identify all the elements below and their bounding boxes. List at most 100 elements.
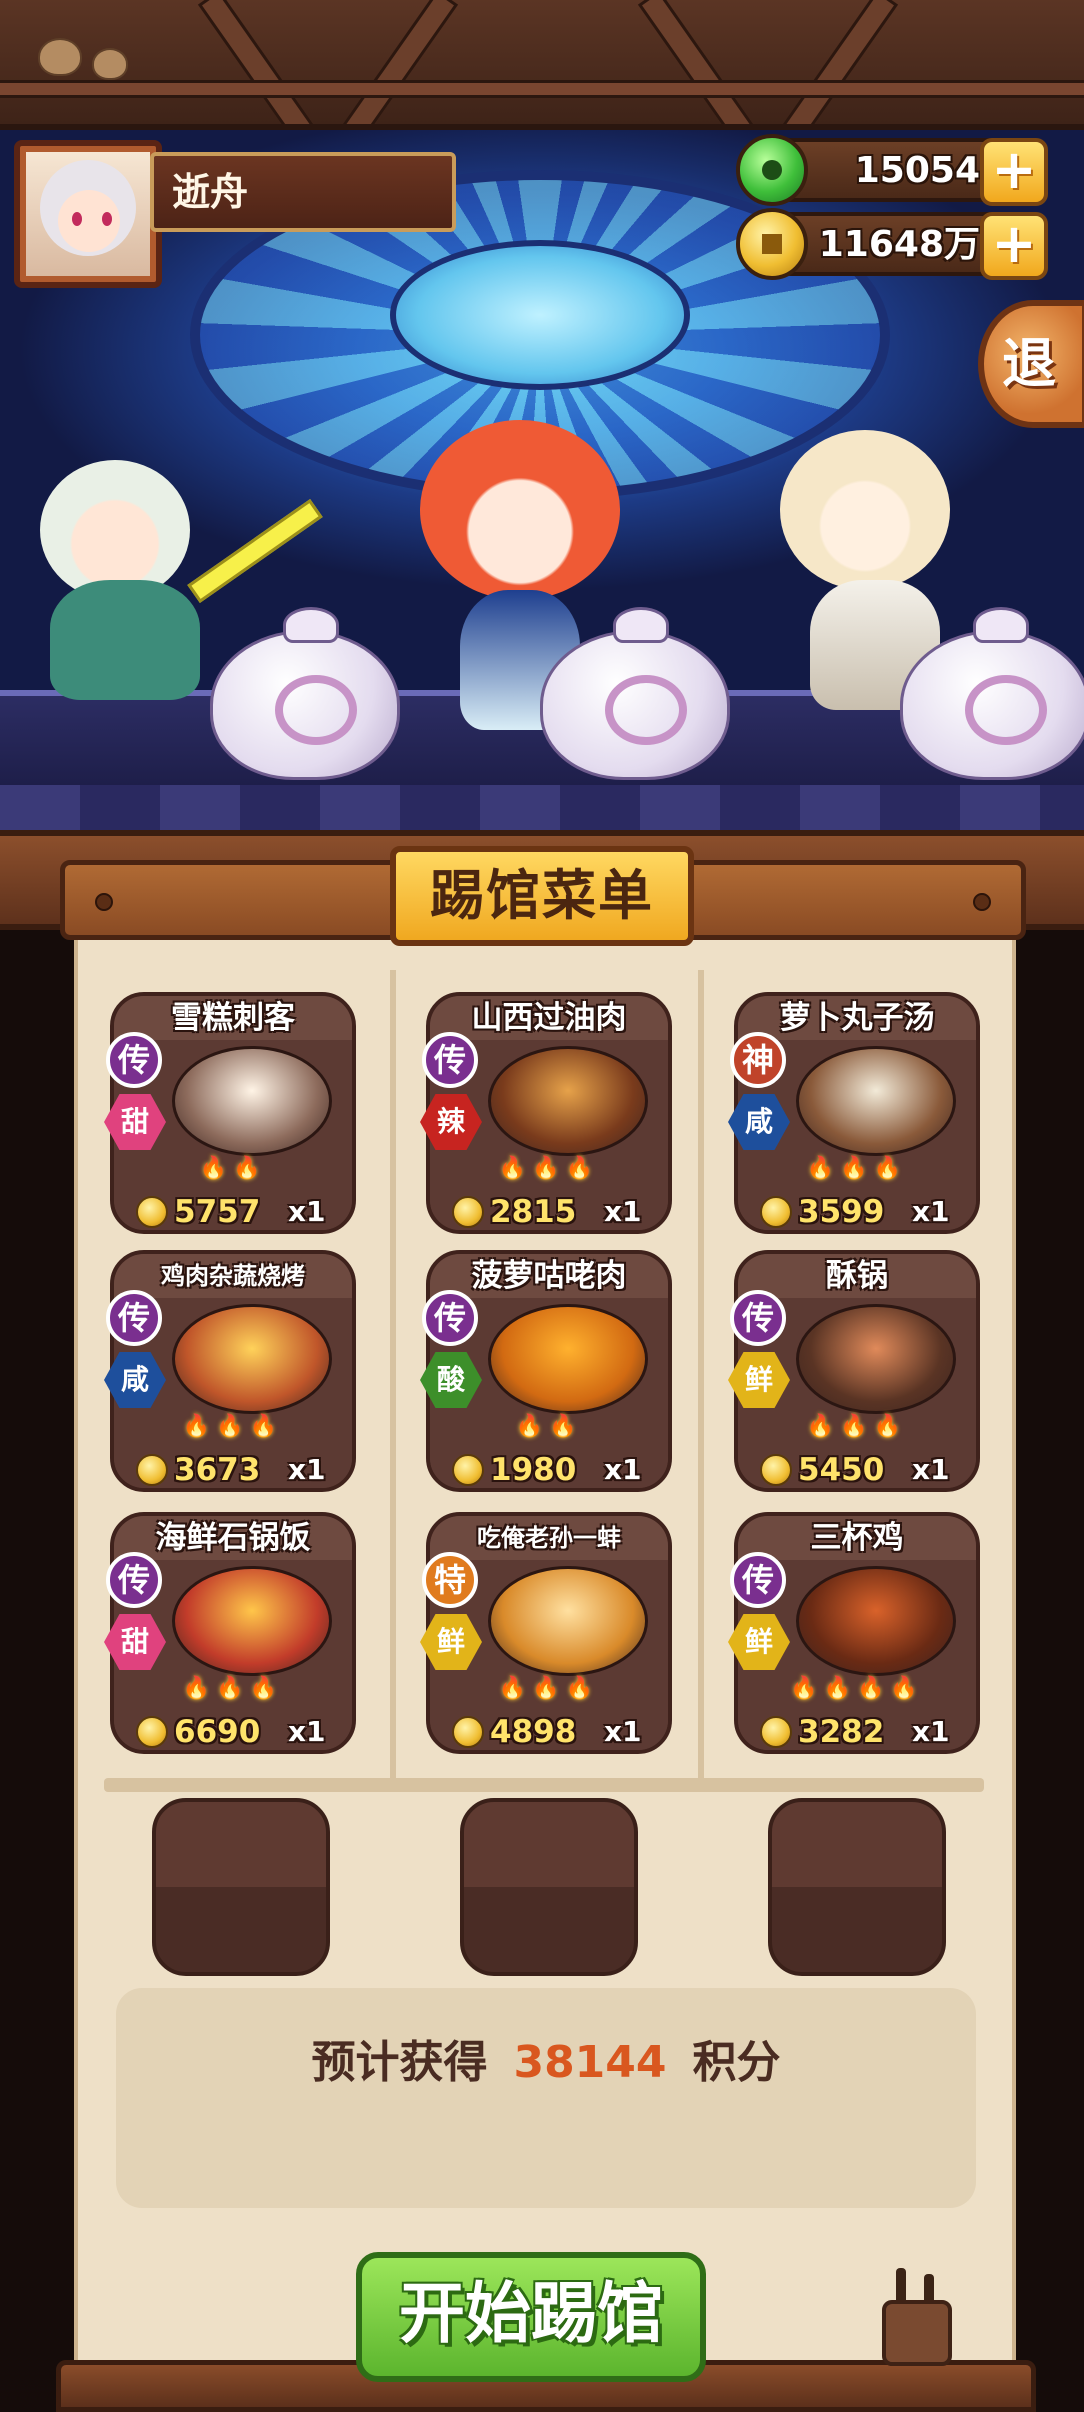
gold-amount: 11648万 (818, 224, 980, 265)
dish-name: 吃俺老孙一蚌 (477, 1524, 621, 1552)
flame-rating-icon: 🔥🔥🔥🔥 (790, 1676, 924, 1701)
dish-quantity: x1 (604, 1453, 642, 1486)
flame-rating-icon: 🔥🔥🔥 (806, 1156, 908, 1181)
teapot-decoration (900, 607, 1084, 780)
dish-image (172, 1304, 332, 1414)
dish-name: 雪糕刺客 (171, 1000, 295, 1036)
start-challenge-button[interactable]: 开始踢馆 (356, 2252, 706, 2382)
coin-icon (760, 1716, 792, 1748)
dish-quantity: x1 (912, 1195, 950, 1228)
dish-card[interactable]: 酥锅 传 鲜 🔥🔥🔥 5450 x1 (728, 1250, 980, 1492)
dish-name: 菠萝咕咾肉 (471, 1258, 627, 1294)
dish-price: 6690 (174, 1714, 261, 1750)
coin-icon (136, 1716, 168, 1748)
empty-dish-slot[interactable] (460, 1798, 638, 1976)
dish-quantity: x1 (912, 1453, 950, 1486)
dish-card[interactable]: 海鲜石锅饭 传 甜 🔥🔥🔥 6690 x1 (104, 1512, 356, 1754)
coin-icon (452, 1454, 484, 1486)
dish-name: 酥锅 (826, 1258, 888, 1294)
brush-holder-decoration (882, 2300, 952, 2366)
rank-badge: 传 (422, 1290, 478, 1346)
dish-name: 山西过油肉 (471, 1000, 627, 1036)
flame-rating-icon: 🔥🔥 (515, 1414, 583, 1439)
estimate-points: 38144 (513, 2037, 667, 2088)
dish-price: 3599 (798, 1194, 885, 1230)
dish-price: 5757 (174, 1194, 261, 1230)
dish-price: 3282 (798, 1714, 885, 1750)
coin-icon (760, 1196, 792, 1228)
estimate-text: 预计获得 38144 积分 (116, 1988, 976, 2138)
flame-rating-icon: 🔥🔥🔥 (182, 1414, 284, 1439)
gold-coin-icon (736, 208, 808, 280)
flame-rating-icon: 🔥🔥🔥 (182, 1676, 284, 1701)
empty-dish-slot[interactable] (768, 1798, 946, 1976)
dish-quantity: x1 (288, 1453, 326, 1486)
dish-image (796, 1304, 956, 1414)
flame-rating-icon: 🔥🔥🔥 (806, 1414, 908, 1439)
dish-name: 萝卜丸子汤 (779, 1000, 935, 1036)
coin-icon (136, 1454, 168, 1486)
jade-coin-icon (736, 134, 808, 206)
rank-badge: 特 (422, 1552, 478, 1608)
dish-price: 2815 (490, 1194, 577, 1230)
dish-image (488, 1304, 648, 1414)
teapot-decoration (210, 607, 400, 780)
column-divider (390, 970, 396, 1778)
dish-card[interactable]: 吃俺老孙一蚌 特 鲜 🔥🔥🔥 4898 x1 (420, 1512, 672, 1754)
flame-rating-icon: 🔥🔥🔥 (498, 1676, 600, 1701)
empty-dish-slot[interactable] (152, 1798, 330, 1976)
dish-price: 1980 (490, 1452, 577, 1488)
estimate-prefix: 预计获得 (311, 2037, 488, 2088)
coin-icon (452, 1196, 484, 1228)
dish-image (488, 1046, 648, 1156)
dish-quantity: x1 (604, 1715, 642, 1748)
dish-card[interactable]: 萝卜丸子汤 神 咸 🔥🔥🔥 3599 x1 (728, 992, 980, 1234)
coin-icon (452, 1716, 484, 1748)
player-name: 逝舟 (150, 152, 456, 232)
coin-icon (760, 1454, 792, 1486)
gold-currency-bar: 11648万 + (736, 208, 1048, 280)
dish-image (172, 1566, 332, 1676)
dish-card[interactable]: 山西过油肉 传 辣 🔥🔥🔥 2815 x1 (420, 992, 672, 1234)
dish-price: 4898 (490, 1714, 577, 1750)
rank-badge: 传 (730, 1290, 786, 1346)
dish-image (172, 1046, 332, 1156)
rank-badge: 神 (730, 1032, 786, 1088)
dish-image (796, 1566, 956, 1676)
estimate-suffix: 积分 (692, 2037, 781, 2088)
rank-badge: 传 (422, 1032, 478, 1088)
rose-window-center (390, 240, 690, 390)
dish-quantity: x1 (288, 1715, 326, 1748)
dish-quantity: x1 (912, 1715, 950, 1748)
exit-button[interactable]: 退 (978, 300, 1084, 428)
dish-price: 5450 (798, 1452, 885, 1488)
jade-amount: 15054 (854, 150, 980, 191)
dish-card[interactable]: 雪糕刺客 传 甜 🔥🔥 5757 x1 (104, 992, 356, 1234)
dish-quantity: x1 (604, 1195, 642, 1228)
rank-badge: 传 (730, 1552, 786, 1608)
dish-card[interactable]: 菠萝咕咾肉 传 酸 🔥🔥 1980 x1 (420, 1250, 672, 1492)
dish-card[interactable]: 鸡肉杂蔬烧烤 传 咸 🔥🔥🔥 3673 x1 (104, 1250, 356, 1492)
bird-decoration-icon (92, 48, 128, 80)
dish-quantity: x1 (288, 1195, 326, 1228)
add-jade-button[interactable]: + (980, 138, 1048, 206)
dish-image (488, 1566, 648, 1676)
top-wooden-beam (0, 0, 1084, 130)
flame-rating-icon: 🔥🔥🔥 (498, 1156, 600, 1181)
flame-rating-icon: 🔥🔥 (199, 1156, 267, 1181)
rank-badge: 传 (106, 1032, 162, 1088)
dish-image (796, 1046, 956, 1156)
rank-badge: 传 (106, 1290, 162, 1346)
add-gold-button[interactable]: + (980, 212, 1048, 280)
dish-name: 三杯鸡 (810, 1520, 904, 1556)
rank-badge: 传 (106, 1552, 162, 1608)
estimate-box: 预计获得 38144 积分 (116, 1988, 976, 2208)
dish-price: 3673 (174, 1452, 261, 1488)
bird-decoration-icon (38, 38, 82, 76)
dish-name: 鸡肉杂蔬烧烤 (161, 1262, 305, 1290)
section-divider (104, 1778, 984, 1792)
column-divider (698, 970, 704, 1778)
player-avatar[interactable] (14, 140, 162, 288)
dish-card[interactable]: 三杯鸡 传 鲜 🔥🔥🔥🔥 3282 x1 (728, 1512, 980, 1754)
coin-icon (136, 1196, 168, 1228)
